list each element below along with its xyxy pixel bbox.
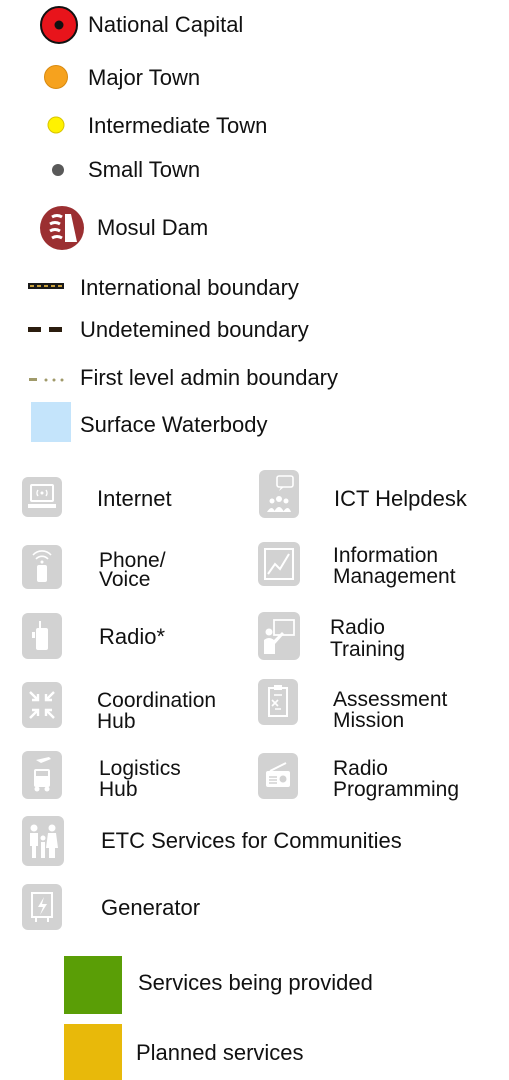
generator-label: Generator — [101, 895, 201, 920]
small-town-label: Small Town — [88, 157, 201, 182]
surface-waterbody-label: Surface Waterbody — [80, 412, 268, 437]
international-boundary-label: International boundary — [80, 275, 299, 300]
information-management-label-line1: Information — [333, 544, 439, 567]
dam-icon — [40, 206, 84, 250]
radio-programming-label-line2: Programming — [333, 778, 460, 801]
internet-label: Internet — [97, 486, 172, 511]
admin-boundary-symbol — [29, 378, 64, 382]
undetermined-boundary-symbol — [28, 327, 62, 332]
major-town-label: Major Town — [88, 65, 201, 90]
planned-services-swatch — [64, 1024, 122, 1080]
truck-plane-icon — [22, 751, 62, 799]
map-legend: National Capital Major Town Intermediate… — [0, 0, 509, 1080]
family-icon — [22, 816, 64, 866]
national-capital-label: National Capital — [88, 12, 244, 37]
radio-training-label-line2: Training — [330, 638, 406, 661]
arrows-converge-icon — [22, 682, 62, 728]
mosul-dam-label: Mosul Dam — [97, 215, 209, 240]
assessment-mission-label-line1: Assessment — [333, 688, 448, 711]
radio-set-icon — [258, 753, 298, 799]
admin-boundary-label: First level admin boundary — [80, 365, 339, 390]
phone-icon — [22, 545, 62, 589]
undetermined-boundary-label: Undetemined boundary — [80, 317, 309, 342]
generator-icon — [22, 884, 62, 930]
etc-services-communities-label: ETC Services for Communities — [101, 828, 402, 853]
information-management-label-line2: Management — [333, 565, 456, 588]
intermediate-town-label: Intermediate Town — [88, 113, 268, 138]
major-town-symbol — [44, 65, 68, 89]
radio-programming-label-line1: Radio — [333, 757, 388, 780]
helpdesk-icon — [259, 470, 299, 518]
national-capital-symbol — [40, 6, 78, 44]
coordination-hub-label-line1: Coordination — [97, 689, 217, 712]
clipboard-icon — [258, 679, 298, 725]
radio-training-label-line1: Radio — [330, 616, 385, 639]
logistics-hub-label-line2: Hub — [99, 778, 138, 801]
surface-waterbody-swatch — [31, 402, 71, 442]
small-town-symbol — [52, 164, 64, 176]
services-provided-label: Services being provided — [138, 970, 373, 995]
trainer-icon — [258, 612, 300, 660]
assessment-mission-label-line2: Mission — [333, 709, 405, 732]
intermediate-town-symbol — [47, 116, 65, 134]
international-boundary-symbol — [28, 283, 64, 289]
chart-icon — [258, 542, 300, 586]
radio-label: Radio* — [99, 624, 166, 649]
coordination-hub-label-line2: Hub — [97, 710, 136, 733]
internet-icon — [22, 477, 62, 517]
services-provided-swatch — [64, 956, 122, 1014]
phone-voice-label-line2: Voice — [99, 568, 151, 591]
planned-services-label: Planned services — [136, 1040, 304, 1065]
radio-handset-icon — [22, 613, 62, 659]
logistics-hub-label-line1: Logistics — [99, 757, 181, 780]
ict-helpdesk-label: ICT Helpdesk — [334, 486, 467, 511]
